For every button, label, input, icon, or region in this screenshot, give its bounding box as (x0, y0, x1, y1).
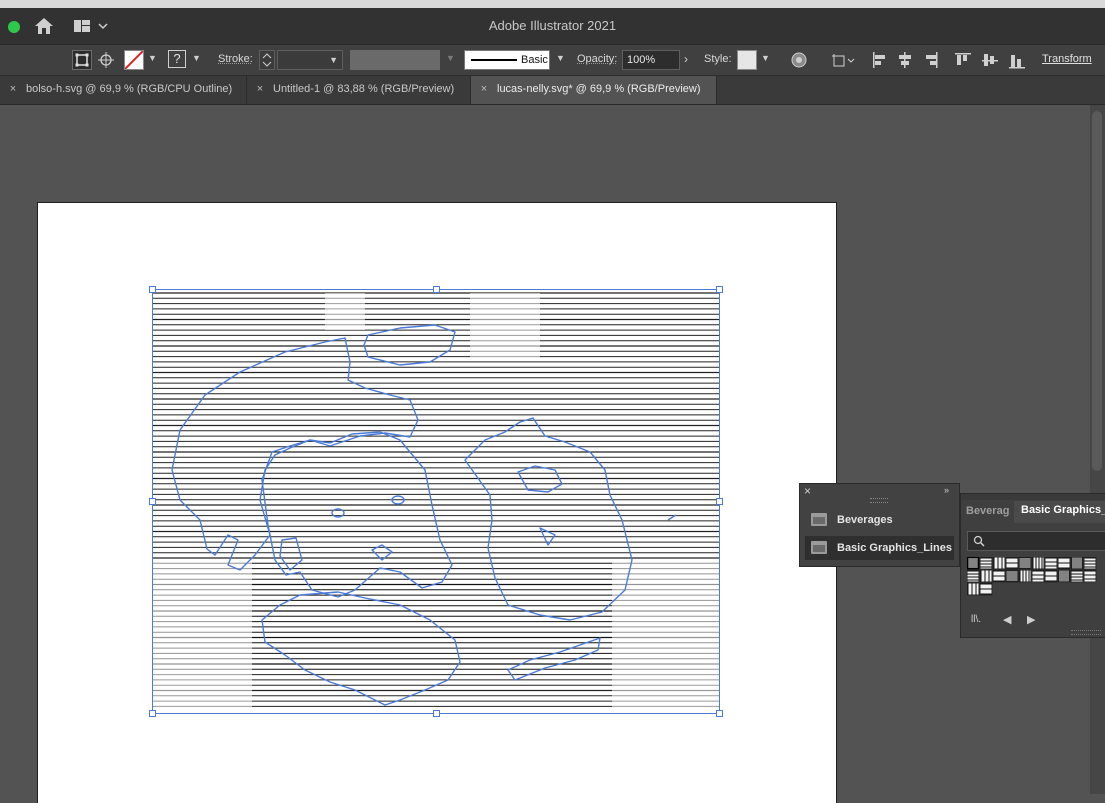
swatch-grid[interactable] (967, 557, 1105, 599)
selection-handle (149, 710, 156, 717)
folder-icon (811, 541, 827, 554)
next-library-icon[interactable]: ▶ (1027, 613, 1035, 626)
search-icon (973, 535, 985, 547)
tab-beverages[interactable]: Beverag (966, 503, 1014, 527)
libraries-panel: × » Beverages Basic Graphics_Lines (799, 483, 960, 567)
selection-handle (149, 286, 156, 293)
panel-resize-grip[interactable] (1071, 630, 1101, 635)
library-item-basic-graphics-lines[interactable]: Basic Graphics_Lines (805, 536, 954, 560)
swatch-libraries-menu-icon[interactable]: ll\. (971, 614, 981, 625)
selection-handle (433, 286, 440, 293)
pattern-tone-band (612, 560, 720, 710)
pattern-tone-band (153, 560, 252, 710)
pattern-tone-band (470, 293, 540, 360)
selection-handle (716, 286, 723, 293)
previous-library-icon[interactable]: ◀ (1003, 613, 1011, 626)
swatch-library-panel: Beverag Basic Graphics_Li ll\. ◀ ▶ (960, 493, 1105, 638)
selection-handle (433, 710, 440, 717)
library-item-label: Basic Graphics_Lines (837, 542, 952, 554)
swatch-cell (1031, 569, 1045, 583)
panel-grip[interactable] (870, 498, 888, 503)
traced-path-face-left (261, 431, 453, 598)
selection-handle (716, 710, 723, 717)
swatch-cell (1083, 569, 1097, 583)
library-item-beverages[interactable]: Beverages (805, 508, 954, 532)
swatch-cell (992, 557, 1006, 570)
swatch-cell (1057, 569, 1071, 583)
swatch-cell (967, 557, 980, 570)
panel-title-strip (961, 494, 1105, 500)
swatch-cell (967, 582, 980, 596)
swatch-cell (1044, 557, 1058, 570)
panel-close-icon[interactable]: × (804, 484, 811, 498)
selection-handle (149, 498, 156, 505)
tab-basic-graphics-lines[interactable]: Basic Graphics_Li (1014, 501, 1105, 523)
swatch-cell (1005, 569, 1019, 583)
swatch-cell (979, 569, 993, 583)
artwork-layer (149, 286, 723, 717)
library-item-label: Beverages (837, 514, 893, 526)
swatch-search-input[interactable] (967, 531, 1105, 551)
pattern-tone-band (325, 293, 365, 330)
folder-icon (811, 513, 827, 526)
horizontal-line-pattern (153, 292, 720, 710)
swatch-cell (1018, 557, 1032, 570)
swatch-cell (1070, 557, 1084, 570)
traced-path-top-cap (363, 324, 456, 366)
traced-path-small-3 (279, 537, 303, 571)
panel-collapse-icon[interactable]: » (944, 485, 949, 495)
selection-handle (716, 498, 723, 505)
